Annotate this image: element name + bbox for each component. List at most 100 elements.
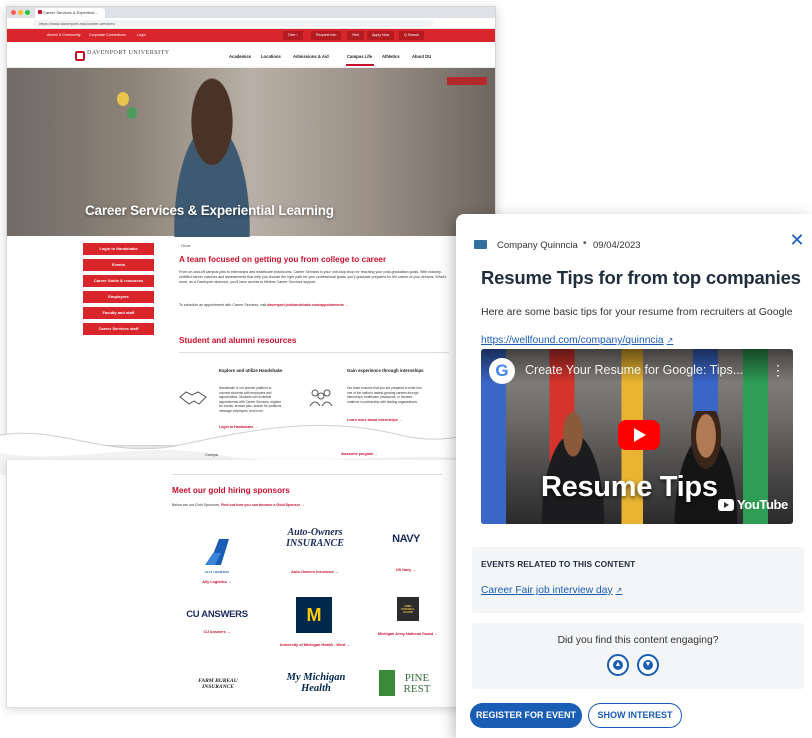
related-events-panel	[472, 547, 804, 613]
davenport-logo-icon	[75, 51, 85, 61]
engagement-panel	[472, 623, 804, 689]
util-link-alumni[interactable]: Alumni & Community	[47, 33, 81, 37]
video-caption: Resume Tips	[541, 471, 718, 503]
register-for-event-button[interactable]: REGISTER FOR EVENT	[470, 703, 582, 728]
ally-logo-text: ALLY LOGISTICS	[204, 570, 230, 574]
sponsors-heading: Meet our gold hiring sponsors	[172, 486, 290, 495]
hero-title: Career Services & Experiential Learning	[85, 203, 334, 218]
video-presenter	[533, 409, 613, 524]
balloon-shape	[127, 107, 137, 119]
thumbs-down-button[interactable]: ▼	[637, 654, 659, 676]
event-link[interactable]: Career Fair job interview day ↗	[481, 585, 622, 596]
play-icon	[634, 428, 646, 442]
util-link-login[interactable]: Login	[137, 33, 146, 37]
nav-about[interactable]: About DU	[412, 54, 431, 59]
schedule-link[interactable]: davenport.joinhandshake.com/appointments…	[267, 303, 348, 307]
video-title[interactable]: Create Your Resume for Google: Tips...	[525, 363, 743, 377]
nav-academics[interactable]: Academics	[229, 54, 251, 59]
farm-bureau-logo[interactable]: FARM BUREAU INSURANCE	[196, 664, 240, 704]
resources-heading: Student and alumni resources	[179, 336, 297, 345]
card-internships-title: Gain experience through internships	[347, 368, 424, 373]
sponsor-navy-link[interactable]: US Navy →	[384, 568, 428, 572]
nav-admissions[interactable]: Admissions & Aid	[293, 54, 329, 59]
minimize-window-icon[interactable]	[18, 10, 23, 15]
divider	[172, 474, 442, 475]
visit-button[interactable]: Visit	[347, 31, 364, 40]
sponsor-ally-link[interactable]: Ally Logistics →	[180, 580, 254, 584]
related-events-heading: EVENTS RELATED TO THIS CONTENT	[481, 559, 636, 569]
sponsor-umich-link[interactable]: University of Michigan Health - West →	[270, 643, 360, 647]
engagement-question: Did you find this content engaging?	[557, 635, 719, 646]
my-michigan-health-logo[interactable]: My Michigan Health	[278, 668, 354, 698]
sponsor-auto-owners-link[interactable]: Auto-Owners Insurance →	[276, 570, 354, 574]
company-url-text[interactable]: https://wellfound.com/company/quinncia	[481, 335, 664, 346]
maximize-window-icon[interactable]	[25, 10, 30, 15]
external-link-icon: ↗	[666, 336, 674, 345]
search-button[interactable]: Q Search	[399, 31, 425, 40]
divider	[179, 352, 449, 353]
pine-rest-icon	[379, 670, 395, 696]
external-link-icon: ↗	[615, 586, 623, 595]
close-icon[interactable]: ✕	[788, 231, 806, 249]
nav-campus-life[interactable]: Campus Life	[347, 54, 372, 59]
url-field[interactable]: https://www.davenport.edu/career-service…	[33, 20, 433, 27]
ally-logistics-logo[interactable]	[197, 532, 237, 572]
partial-text: Compa	[205, 452, 218, 457]
people-group-icon	[309, 389, 333, 407]
sidebar-events[interactable]: Events	[83, 259, 154, 271]
sidebar-faculty[interactable]: Faculty and staff	[83, 307, 154, 319]
navy-logo[interactable]: NAVY	[384, 530, 428, 548]
sponsors-intro: Below are our Gold Sponsors.	[172, 503, 220, 507]
company-url-link[interactable]: https://wellfound.com/company/quinncia ↗	[481, 335, 673, 346]
thumbs-up-button[interactable]: ▲	[607, 654, 629, 676]
sponsor-cu-answers-link[interactable]: CU Answers →	[180, 630, 254, 634]
thumbs-down-icon: ▼	[643, 660, 653, 670]
request-info-button[interactable]: Request Info	[311, 31, 342, 40]
show-interest-button[interactable]: SHOW INTEREST	[588, 703, 682, 728]
browser-tab[interactable]: Career Services & Experienti...	[35, 8, 105, 18]
awesome-program-link[interactable]: Awesome program →	[341, 452, 378, 456]
sponsors-subtext: Below are our Gold Sponsors. Find out ho…	[172, 503, 305, 507]
nav-locations[interactable]: Locations	[261, 54, 281, 59]
util-link-corporate[interactable]: Corporate Connections	[89, 33, 126, 37]
company-flag-icon	[474, 240, 487, 249]
balloon-shape	[117, 92, 129, 106]
close-window-icon[interactable]	[11, 10, 16, 15]
team-body: From on-and-off campus jobs to internshi…	[179, 270, 447, 285]
team-heading: A team focused on getting you from colle…	[179, 255, 387, 264]
schedule-line: To schedule an appointment with Career S…	[179, 303, 348, 307]
sidebar-career-guide[interactable]: Career Guide & resources	[83, 275, 154, 287]
sponsor-army-guard-link[interactable]: Michigan Army National Guard →	[368, 632, 448, 636]
post-date: 09/04/2023	[593, 240, 641, 251]
youtube-wordmark[interactable]: YouTube	[737, 497, 788, 512]
source-name: Company Quinncia	[497, 240, 578, 251]
sidebar-staff[interactable]: Career Services staff	[83, 323, 154, 335]
give-button[interactable]: Give ›	[283, 31, 303, 40]
banner-shape	[447, 77, 487, 85]
umich-health-logo[interactable]: M	[296, 597, 332, 633]
apply-now-button[interactable]: Apply Now	[367, 31, 395, 40]
browser-window: Career Services & Experienti... https://…	[6, 6, 496, 446]
nav-athletics[interactable]: Athletics	[382, 54, 400, 59]
sidebar-employers[interactable]: Employers	[83, 291, 154, 303]
army-guard-logo[interactable]: ARMY NATIONAL GUARD	[397, 597, 419, 621]
card-handshake-title: Explore and utilize Handshake	[219, 368, 283, 373]
youtube-play-icon	[724, 502, 729, 508]
card-title: Resume Tips for from top companies	[481, 267, 801, 288]
thumbs-up-icon: ▲	[613, 660, 623, 670]
cu-answers-logo[interactable]: CU ANSWERS	[184, 606, 250, 622]
become-sponsor-link[interactable]: Find out how you can become a Gold Spons…	[221, 503, 305, 507]
separator-dot: •	[583, 238, 587, 249]
more-options-icon[interactable]: ⋮	[771, 363, 785, 377]
video-presenter	[666, 411, 746, 524]
sidebar-login-handshake[interactable]: Login to Handshake	[83, 243, 154, 255]
breadcrumb[interactable]: Home	[181, 244, 191, 248]
pine-rest-logo[interactable]: PINE REST	[397, 670, 437, 698]
channel-avatar-icon[interactable]: G	[489, 358, 515, 384]
schedule-text: To schedule an appointment with Career S…	[179, 303, 267, 307]
auto-owners-logo[interactable]: Auto-Owners INSURANCE	[282, 527, 348, 549]
site-logo[interactable]: DAVENPORT UNIVERSITY	[87, 50, 170, 56]
event-link-text[interactable]: Career Fair job interview day	[481, 585, 613, 596]
video-player[interactable]: G Create Your Resume for Google: Tips...…	[481, 349, 793, 524]
ally-logo-icon	[205, 539, 229, 565]
